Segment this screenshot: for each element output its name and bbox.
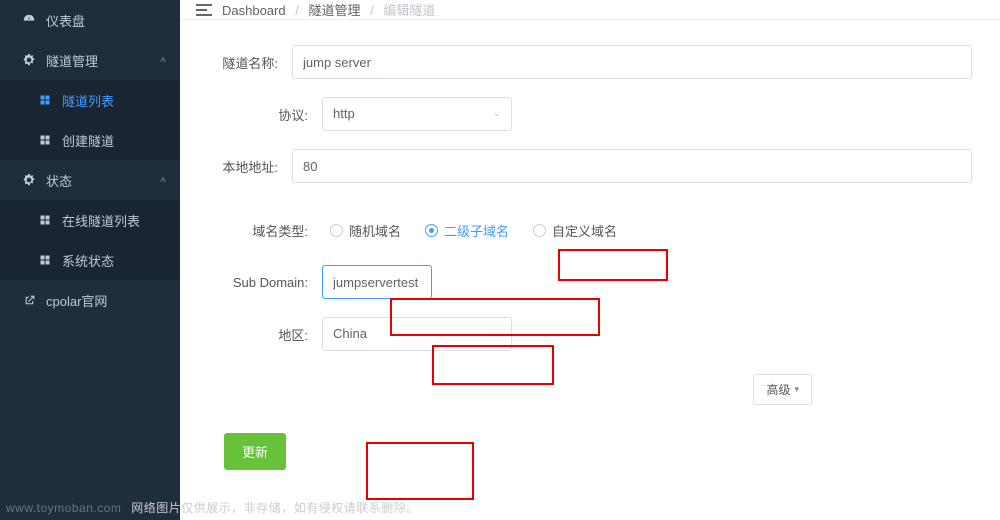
breadcrumb-item: 编辑隧道 bbox=[383, 3, 435, 18]
sub-domain-label: Sub Domain: bbox=[208, 275, 322, 290]
sidebar-item-label: 系统状态 bbox=[62, 251, 114, 270]
protocol-value: http bbox=[333, 106, 355, 121]
grid-icon bbox=[36, 134, 54, 146]
advanced-toggle-button[interactable]: 高级 ▾ bbox=[753, 374, 812, 405]
caret-down-icon: ▾ bbox=[794, 384, 799, 395]
region-value: China bbox=[333, 326, 367, 341]
radio-icon bbox=[533, 224, 546, 237]
gear-icon bbox=[20, 53, 38, 67]
breadcrumb-item[interactable]: Dashboard bbox=[222, 3, 286, 18]
tunnel-name-input[interactable] bbox=[292, 45, 972, 79]
tunnel-name-label: 隧道名称: bbox=[208, 53, 292, 72]
chevron-up-icon: ˄ bbox=[160, 55, 166, 66]
protocol-select[interactable]: http ⌄ bbox=[322, 97, 512, 131]
region-select[interactable]: China ⌄ bbox=[322, 317, 512, 351]
grid-icon bbox=[36, 254, 54, 266]
footer-text: 网络图片仅供展示，非存储，如有侵权请联系删除。 bbox=[131, 501, 419, 515]
sidebar-item-status[interactable]: 状态 ˄ bbox=[0, 160, 180, 200]
sidebar-item-create-tunnel[interactable]: 创建隧道 bbox=[0, 120, 180, 160]
sidebar-item-label: 状态 bbox=[46, 171, 160, 190]
chevron-down-icon: ⌄ bbox=[493, 98, 501, 130]
domain-type-sub[interactable]: 二级子域名 bbox=[417, 217, 517, 244]
sub-domain-input[interactable] bbox=[322, 265, 432, 299]
sidebar: 仪表盘 隧道管理 ˄ 隧道列表 创建隧道 状态 ˄ 在线隧道列表 系统状态 bbox=[0, 0, 180, 520]
chevron-down-icon: ⌄ bbox=[493, 318, 501, 350]
sidebar-item-label: cpolar官网 bbox=[46, 291, 107, 310]
sidebar-item-system-status[interactable]: 系统状态 bbox=[0, 240, 180, 280]
footer-watermark: www.toymoban.com 网络图片仅供展示，非存储，如有侵权请联系删除。 bbox=[6, 499, 419, 516]
local-addr-input[interactable] bbox=[292, 149, 972, 183]
domain-type-label: 域名类型: bbox=[208, 221, 322, 240]
region-label: 地区: bbox=[208, 325, 322, 344]
domain-type-custom[interactable]: 自定义域名 bbox=[525, 217, 625, 244]
breadcrumb-separator: / bbox=[370, 3, 374, 18]
sidebar-item-dashboard[interactable]: 仪表盘 bbox=[0, 0, 180, 40]
gear-icon bbox=[20, 173, 38, 187]
radio-icon bbox=[425, 224, 438, 237]
sidebar-item-label: 在线隧道列表 bbox=[62, 211, 140, 230]
footer-domain: www.toymoban.com bbox=[6, 501, 121, 515]
sidebar-item-label: 隧道管理 bbox=[46, 51, 160, 70]
sidebar-item-online-tunnels[interactable]: 在线隧道列表 bbox=[0, 200, 180, 240]
radio-label: 自定义域名 bbox=[552, 221, 617, 240]
sidebar-item-label: 隧道列表 bbox=[62, 91, 114, 110]
breadcrumb-separator: / bbox=[295, 3, 299, 18]
breadcrumb-item[interactable]: 隧道管理 bbox=[308, 3, 360, 18]
external-link-icon bbox=[20, 294, 38, 307]
main-content: Dashboard / 隧道管理 / 编辑隧道 隧道名称: 协议: http ⌄ bbox=[180, 0, 1000, 520]
sidebar-item-label: 创建隧道 bbox=[62, 131, 114, 150]
breadcrumb: Dashboard / 隧道管理 / 编辑隧道 bbox=[222, 0, 435, 19]
protocol-label: 协议: bbox=[208, 105, 322, 124]
gauge-icon bbox=[20, 13, 38, 27]
form-content: 隧道名称: 协议: http ⌄ 本地地址: 域名类型: bbox=[180, 20, 1000, 520]
sidebar-item-cpolar-site[interactable]: cpolar官网 bbox=[0, 280, 180, 320]
sidebar-item-tunnel-list[interactable]: 隧道列表 bbox=[0, 80, 180, 120]
toggle-sidebar-icon[interactable] bbox=[196, 3, 212, 17]
chevron-up-icon: ˄ bbox=[160, 175, 166, 186]
grid-icon bbox=[36, 94, 54, 106]
radio-icon bbox=[330, 224, 343, 237]
submit-button[interactable]: 更新 bbox=[224, 433, 286, 470]
sidebar-item-tunnel-manage[interactable]: 隧道管理 ˄ bbox=[0, 40, 180, 80]
domain-type-random[interactable]: 随机域名 bbox=[322, 217, 409, 244]
radio-label: 随机域名 bbox=[349, 221, 401, 240]
radio-label: 二级子域名 bbox=[444, 221, 509, 240]
advanced-label: 高级 bbox=[766, 381, 790, 398]
local-addr-label: 本地地址: bbox=[208, 157, 292, 176]
topbar: Dashboard / 隧道管理 / 编辑隧道 bbox=[180, 0, 1000, 20]
sidebar-item-label: 仪表盘 bbox=[46, 11, 160, 30]
grid-icon bbox=[36, 214, 54, 226]
